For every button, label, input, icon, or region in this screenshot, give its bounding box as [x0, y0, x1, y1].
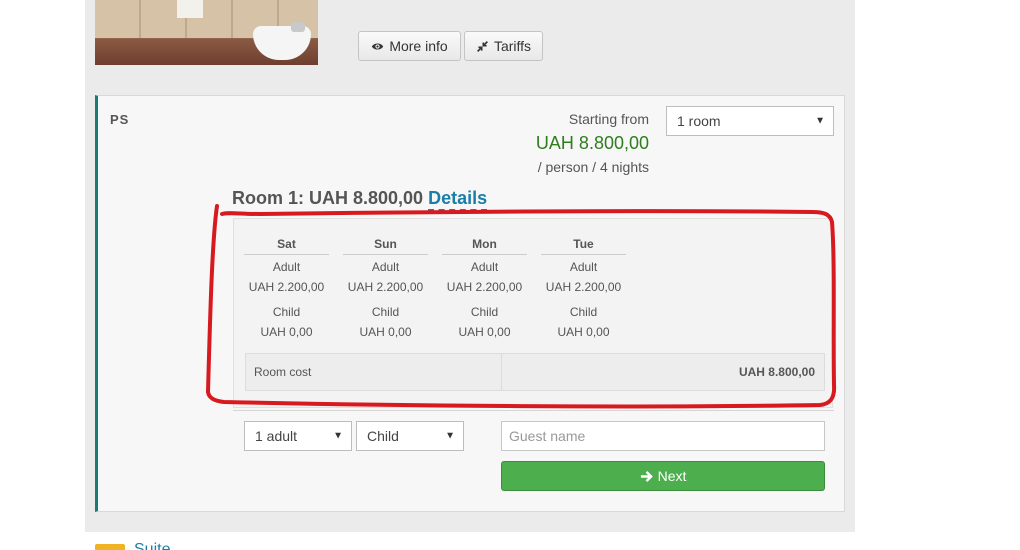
adult-label: Adult [371, 260, 400, 274]
day-column: Sun Adult UAH 2.200,00 Child UAH 0,00 [343, 237, 428, 340]
adult-price: UAH 2.200,00 [347, 280, 424, 294]
child-price: UAH 0,00 [458, 325, 511, 339]
next-label: Next [657, 468, 687, 484]
more-info-label: More info [389, 38, 448, 54]
starting-from-label: Starting from [568, 111, 649, 127]
room-total: Room 1: UAH 8.800,00 Details [232, 188, 488, 211]
caret-down-icon: ▼ [445, 430, 455, 442]
price-unit: / person / 4 nights [537, 159, 649, 175]
guest-name-input[interactable]: Guest name [501, 421, 825, 451]
suite-link[interactable]: Suite [134, 541, 170, 550]
caret-down-icon: ▼ [333, 430, 343, 442]
room-card: PS Starting from UAH 8.800,00 / person /… [95, 95, 845, 512]
details-link[interactable]: Details [428, 188, 488, 211]
room-cost-row: Room cost UAH 8.800,00 [245, 353, 825, 391]
adult-label: Adult [272, 260, 301, 274]
room-cost-value: UAH 8.800,00 [738, 365, 815, 379]
day-name: Sat [244, 237, 329, 255]
room-total-label: Room 1: UAH 8.800,00 [232, 188, 424, 208]
compress-icon [477, 40, 488, 52]
child-label: Child [371, 305, 400, 319]
adults-select-value: 1 adult [255, 428, 298, 444]
adult-label: Adult [470, 260, 499, 274]
tariffs-label: Tariffs [493, 38, 532, 54]
child-label: Child [569, 305, 598, 319]
child-label: Child [470, 305, 499, 319]
child-price: UAH 0,00 [359, 325, 412, 339]
adults-select[interactable]: 1 adult ▼ [244, 421, 352, 451]
adult-price: UAH 2.200,00 [545, 280, 622, 294]
child-price: UAH 0,00 [260, 325, 313, 339]
day-column: Tue Adult UAH 2.200,00 Child UAH 0,00 [541, 237, 626, 340]
day-column: Sat Adult UAH 2.200,00 Child UAH 0,00 [244, 237, 329, 340]
category-badge [95, 544, 125, 550]
child-select[interactable]: Child ▼ [356, 421, 464, 451]
room-photo[interactable] [95, 0, 318, 65]
adult-price: UAH 2.200,00 [248, 280, 325, 294]
next-button[interactable]: Next [501, 461, 825, 491]
adult-label: Adult [569, 260, 598, 274]
adult-price: UAH 2.200,00 [446, 280, 523, 294]
rooms-select-value: 1 room [677, 113, 721, 129]
room-code: PS [110, 112, 130, 127]
tariffs-button[interactable]: Tariffs [464, 31, 543, 61]
child-select-value: Child [367, 428, 399, 444]
caret-down-icon: ▼ [815, 115, 825, 127]
child-label: Child [272, 305, 301, 319]
day-name: Sun [343, 237, 428, 255]
guest-name-placeholder: Guest name [509, 428, 586, 444]
child-price: UAH 0,00 [557, 325, 610, 339]
day-name: Tue [541, 237, 626, 255]
room-cost-label: Room cost [246, 354, 502, 390]
more-info-button[interactable]: More info [358, 31, 461, 61]
starting-price: UAH 8.800,00 [535, 133, 649, 153]
price-breakdown: Sat Adult UAH 2.200,00 Child UAH 0,00 Su… [233, 218, 833, 408]
day-column: Mon Adult UAH 2.200,00 Child UAH 0,00 [442, 237, 527, 340]
arrow-right-icon [640, 470, 653, 482]
divider [233, 410, 834, 411]
rooms-select[interactable]: 1 room ▼ [666, 106, 834, 136]
eye-icon [372, 42, 384, 50]
day-name: Mon [442, 237, 527, 255]
